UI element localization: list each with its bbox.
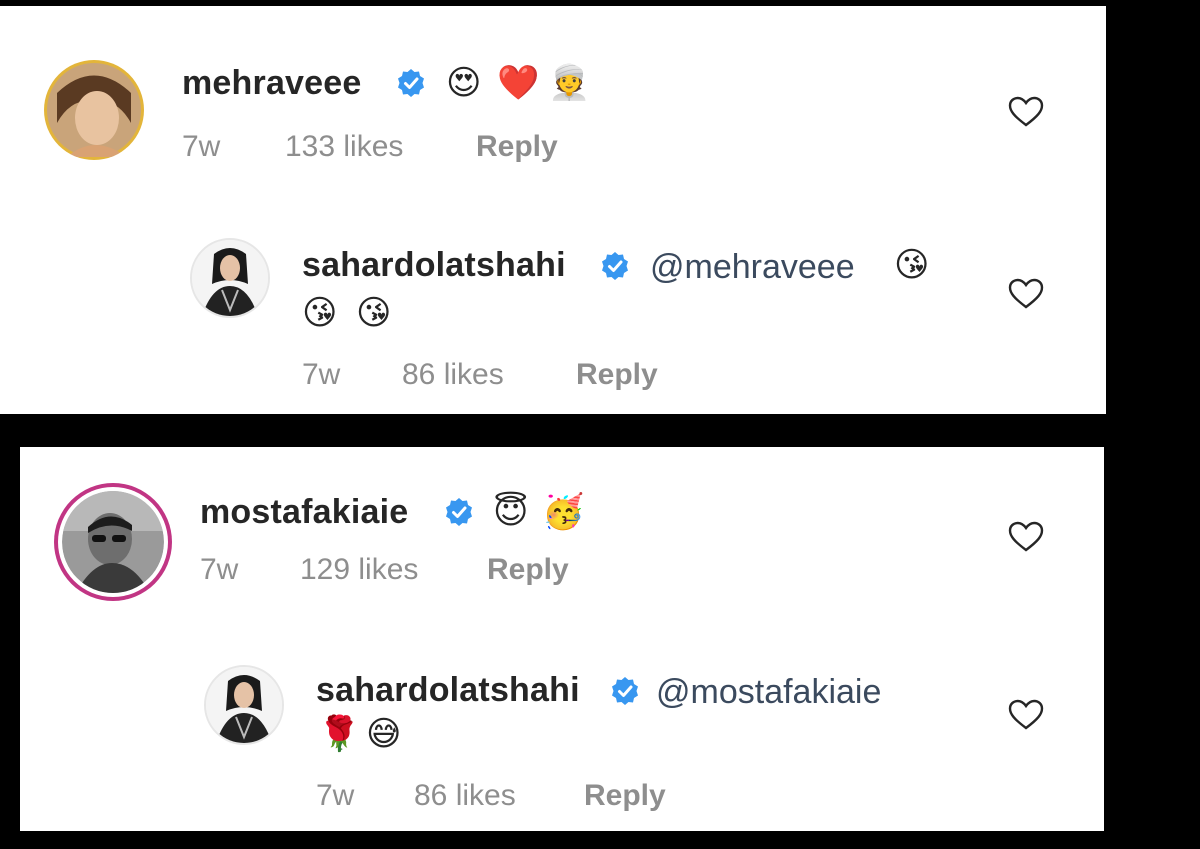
avatar-image [206, 667, 282, 743]
comment-card-2: mostafakiaie 😇 🥳 7w 129 likes Reply saha… [20, 447, 1104, 831]
avatar[interactable] [204, 665, 284, 745]
heart-outline-icon[interactable] [1008, 278, 1044, 310]
heart-outline-icon[interactable] [1008, 699, 1044, 731]
reply-time: 7w [316, 779, 355, 812]
emoji-kiss: 😘 [356, 293, 392, 333]
avatar[interactable] [44, 60, 144, 160]
reply-button[interactable]: Reply [487, 553, 569, 587]
reply-button[interactable]: Reply [576, 358, 658, 392]
verified-badge-icon [602, 252, 628, 280]
heart-outline-icon[interactable] [1008, 96, 1044, 128]
comment-card-1: mehraveee 😍 ❤️ 👳 7w 133 likes Reply saha… [0, 6, 1106, 414]
avatar[interactable] [190, 238, 270, 318]
emoji-kiss: 😘 [894, 245, 930, 285]
heart-outline-icon[interactable] [1008, 521, 1044, 553]
mention-link[interactable]: @mostafakiaie [656, 673, 881, 712]
reply-username[interactable]: sahardolatshahi [316, 671, 580, 710]
emoji-rose: 🌹 [318, 714, 361, 754]
comment-username[interactable]: mostafakiaie [200, 493, 408, 532]
emoji-red-heart: ❤️ [497, 63, 540, 103]
verified-badge-icon [446, 498, 472, 526]
reply-likes[interactable]: 86 likes [402, 358, 504, 392]
avatar-image [47, 63, 141, 157]
comment-likes[interactable]: 133 likes [285, 130, 403, 164]
comment-time: 7w [182, 130, 221, 163]
verified-badge-icon [612, 677, 638, 705]
avatar-image [192, 240, 268, 316]
emoji-kiss: 😘 [302, 293, 338, 333]
comment-username[interactable]: mehraveee [182, 64, 362, 103]
emoji-party: 🥳 [542, 492, 585, 532]
comment-likes[interactable]: 129 likes [300, 553, 418, 587]
emoji-sweat-smile: 😅 [366, 714, 402, 754]
reply-likes[interactable]: 86 likes [414, 779, 516, 813]
verified-badge-icon [398, 69, 424, 97]
mention-link[interactable]: @mehraveee [650, 248, 855, 287]
reply-button[interactable]: Reply [476, 130, 558, 164]
comment-time: 7w [200, 553, 239, 586]
reply-username[interactable]: sahardolatshahi [302, 246, 566, 285]
avatar[interactable] [54, 483, 172, 601]
emoji-halo: 😇 [493, 492, 529, 532]
reply-time: 7w [302, 358, 341, 391]
avatar-image [62, 491, 164, 593]
emoji-turban-person: 👳 [548, 63, 591, 103]
reply-button[interactable]: Reply [584, 779, 666, 813]
emoji-heart-eyes: 😍 [446, 63, 482, 103]
